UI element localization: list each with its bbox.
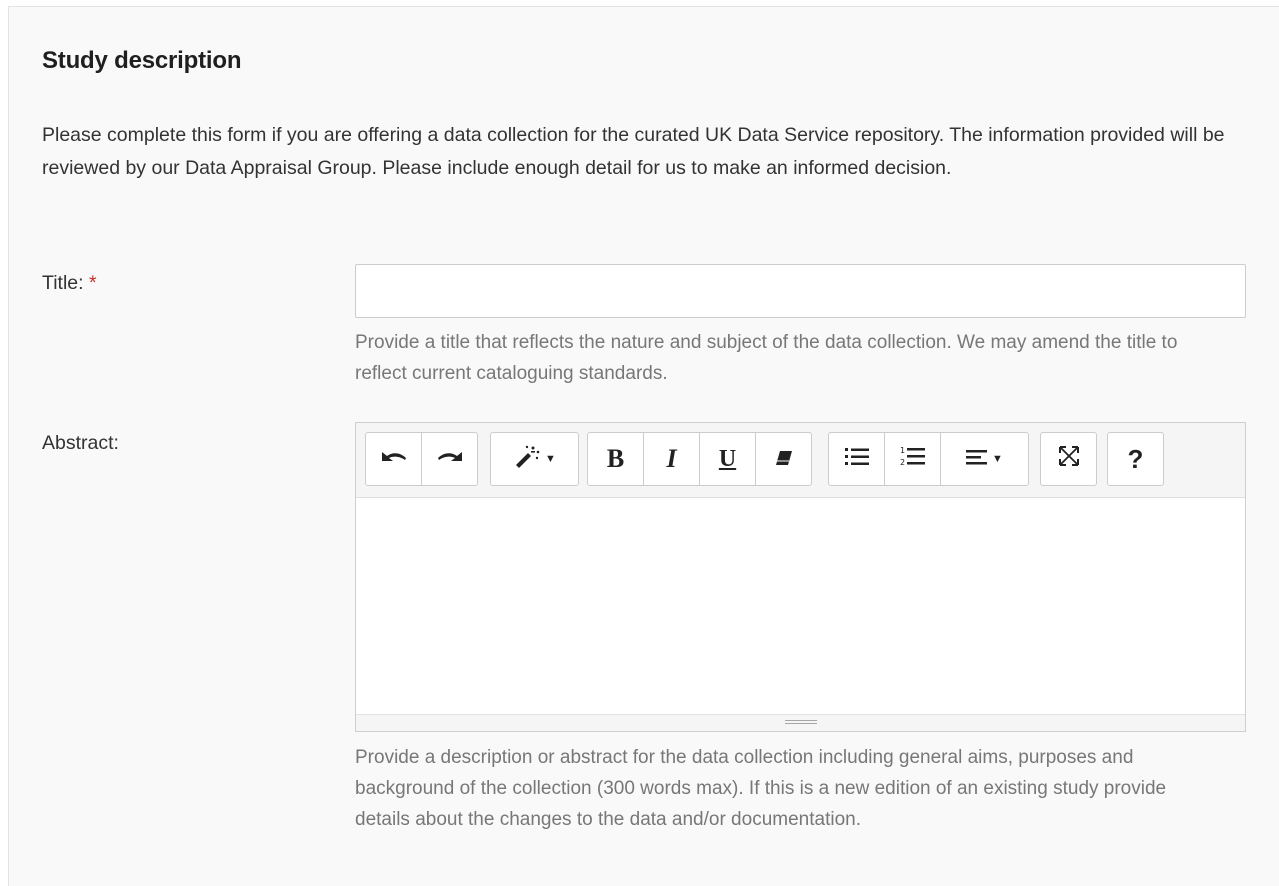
paragraph-dropdown-button[interactable]: ▼ [940, 432, 1029, 486]
history-group [365, 432, 478, 486]
redo-button[interactable] [421, 432, 478, 486]
intro-text: Please complete this form if you are off… [42, 124, 1225, 179]
bold-button[interactable]: B [587, 432, 644, 486]
help-button[interactable]: ? [1107, 432, 1164, 486]
underline-icon: U [718, 445, 737, 472]
undo-button[interactable] [365, 432, 422, 486]
abstract-editable-area[interactable] [356, 498, 1245, 715]
required-mark: * [88, 272, 97, 294]
view-group [1040, 432, 1097, 486]
fullscreen-icon [1058, 445, 1080, 474]
svg-text:2: 2 [900, 458, 905, 467]
style-dropdown-button[interactable]: ▼ [490, 432, 579, 486]
title-help-text: Provide a title that reflects the nature… [355, 332, 1178, 384]
numbered-list-icon: 12 [900, 445, 926, 474]
chevron-down-icon: ▼ [545, 453, 556, 465]
style-group: ▼ [490, 432, 579, 486]
underline-button[interactable]: U [699, 432, 756, 486]
help-group: ? [1107, 432, 1164, 486]
section-heading: Study description [42, 47, 242, 74]
title-input[interactable] [355, 264, 1246, 318]
unordered-list-button[interactable] [828, 432, 885, 486]
abstract-editor: ▼ B I U 1 2 ▼ ? [355, 422, 1246, 732]
align-left-icon [966, 445, 988, 473]
italic-button[interactable]: I [643, 432, 700, 486]
title-label-text: Title: [42, 272, 84, 294]
clear-format-button[interactable] [755, 432, 812, 486]
study-description-panel: Study description Please complete this f… [8, 6, 1279, 886]
redo-icon [435, 445, 465, 473]
chevron-down-icon: ▼ [992, 453, 1003, 465]
magic-wand-icon [513, 444, 541, 475]
abstract-help-text: Provide a description or abstract for th… [355, 747, 1167, 830]
grip-icon [784, 720, 817, 726]
italic-icon: I [666, 444, 677, 473]
eraser-icon [774, 445, 794, 473]
bold-icon: B [606, 444, 625, 473]
resize-handle[interactable] [356, 714, 1245, 731]
editor-toolbar: ▼ B I U 1 2 ▼ ? [356, 423, 1245, 498]
ordered-list-button[interactable]: 12 [884, 432, 941, 486]
title-label: Title: * [42, 272, 97, 295]
svg-text:1: 1 [900, 446, 905, 455]
paragraph-group: 12 ▼ [828, 432, 1029, 486]
undo-icon [379, 445, 409, 473]
abstract-label: Abstract: [42, 432, 119, 454]
format-group: B I U [587, 432, 812, 486]
bullet-list-icon [844, 445, 870, 473]
help-icon: ? [1127, 443, 1144, 474]
fullscreen-button[interactable] [1040, 432, 1097, 486]
